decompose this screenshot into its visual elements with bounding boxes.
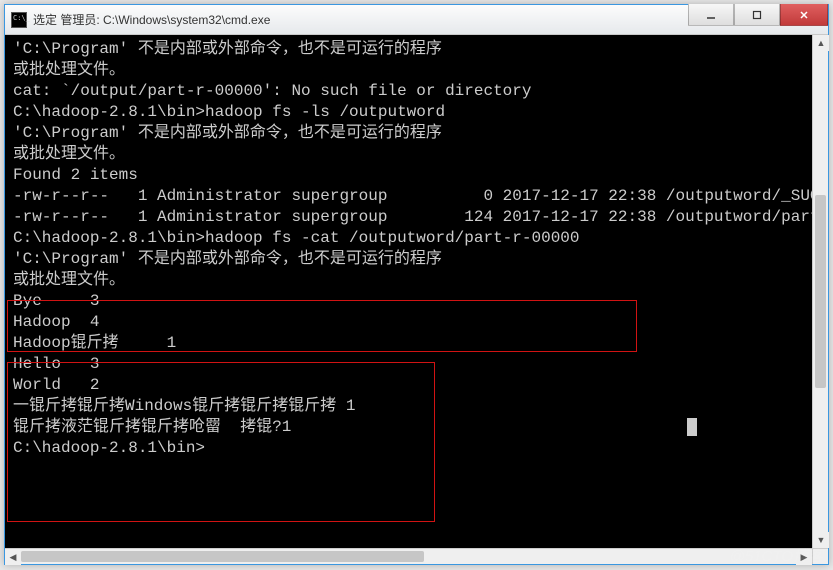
scroll-right-button[interactable]: ▶ (796, 549, 812, 565)
terminal-output[interactable]: 'C:\Program' 不是内部或外部命令，也不是可运行的程序或批处理文件。c… (5, 35, 812, 548)
terminal-line: Found 2 items (13, 165, 806, 186)
vertical-scrollbar[interactable]: ▲ ▼ (812, 35, 828, 548)
horizontal-scroll-thumb[interactable] (21, 551, 424, 562)
terminal-line: C:\hadoop-2.8.1\bin>hadoop fs -cat /outp… (13, 228, 806, 249)
terminal-line: 或批处理文件。 (13, 270, 806, 291)
horizontal-scrollbar[interactable]: ◀ ▶ (5, 548, 812, 564)
terminal-line: Hadoop 4 (13, 312, 806, 333)
terminal-line: cat: `/output/part-r-00000': No such fil… (13, 81, 806, 102)
scroll-up-button[interactable]: ▲ (813, 35, 829, 51)
minimize-button[interactable] (688, 4, 734, 26)
titlebar[interactable]: 选定 管理员: C:\Windows\system32\cmd.exe (5, 5, 828, 35)
terminal-line: 锟斤拷液茫锟斤拷锟斤拷呛罶 拷锟?1 (13, 417, 806, 438)
close-button[interactable] (780, 4, 828, 26)
terminal-line: 或批处理文件。 (13, 60, 806, 81)
scrollbar-corner (812, 548, 828, 564)
text-cursor (687, 418, 697, 436)
terminal-line: Hello 3 (13, 354, 806, 375)
vertical-scroll-track[interactable] (813, 51, 828, 532)
terminal-line: C:\hadoop-2.8.1\bin>hadoop fs -ls /outpu… (13, 102, 806, 123)
terminal-line: -rw-r--r-- 1 Administrator supergroup 0 … (13, 186, 806, 207)
terminal-line: 或批处理文件。 (13, 144, 806, 165)
scroll-left-button[interactable]: ◀ (5, 549, 21, 565)
window-title: 选定 管理员: C:\Windows\system32\cmd.exe (33, 11, 688, 28)
terminal-line: 'C:\Program' 不是内部或外部命令，也不是可运行的程序 (13, 39, 806, 60)
cmd-window: 选定 管理员: C:\Windows\system32\cmd.exe 'C:\… (4, 4, 829, 565)
terminal-line: Bye 3 (13, 291, 806, 312)
terminal-line: -rw-r--r-- 1 Administrator supergroup 12… (13, 207, 806, 228)
vertical-scroll-thumb[interactable] (815, 195, 826, 387)
terminal-line: Hadoop锟斤拷 1 (13, 333, 806, 354)
terminal-line: 一锟斤拷锟斤拷Windows锟斤拷锟斤拷锟斤拷 1 (13, 396, 806, 417)
terminal-line: C:\hadoop-2.8.1\bin> (13, 438, 806, 459)
horizontal-scroll-track[interactable] (21, 549, 796, 564)
terminal-line: 'C:\Program' 不是内部或外部命令，也不是可运行的程序 (13, 249, 806, 270)
window-buttons (688, 5, 828, 34)
scroll-down-button[interactable]: ▼ (813, 532, 829, 548)
terminal-line: 'C:\Program' 不是内部或外部命令，也不是可运行的程序 (13, 123, 806, 144)
terminal-line: World 2 (13, 375, 806, 396)
maximize-button[interactable] (734, 4, 780, 26)
cmd-icon (11, 12, 27, 28)
